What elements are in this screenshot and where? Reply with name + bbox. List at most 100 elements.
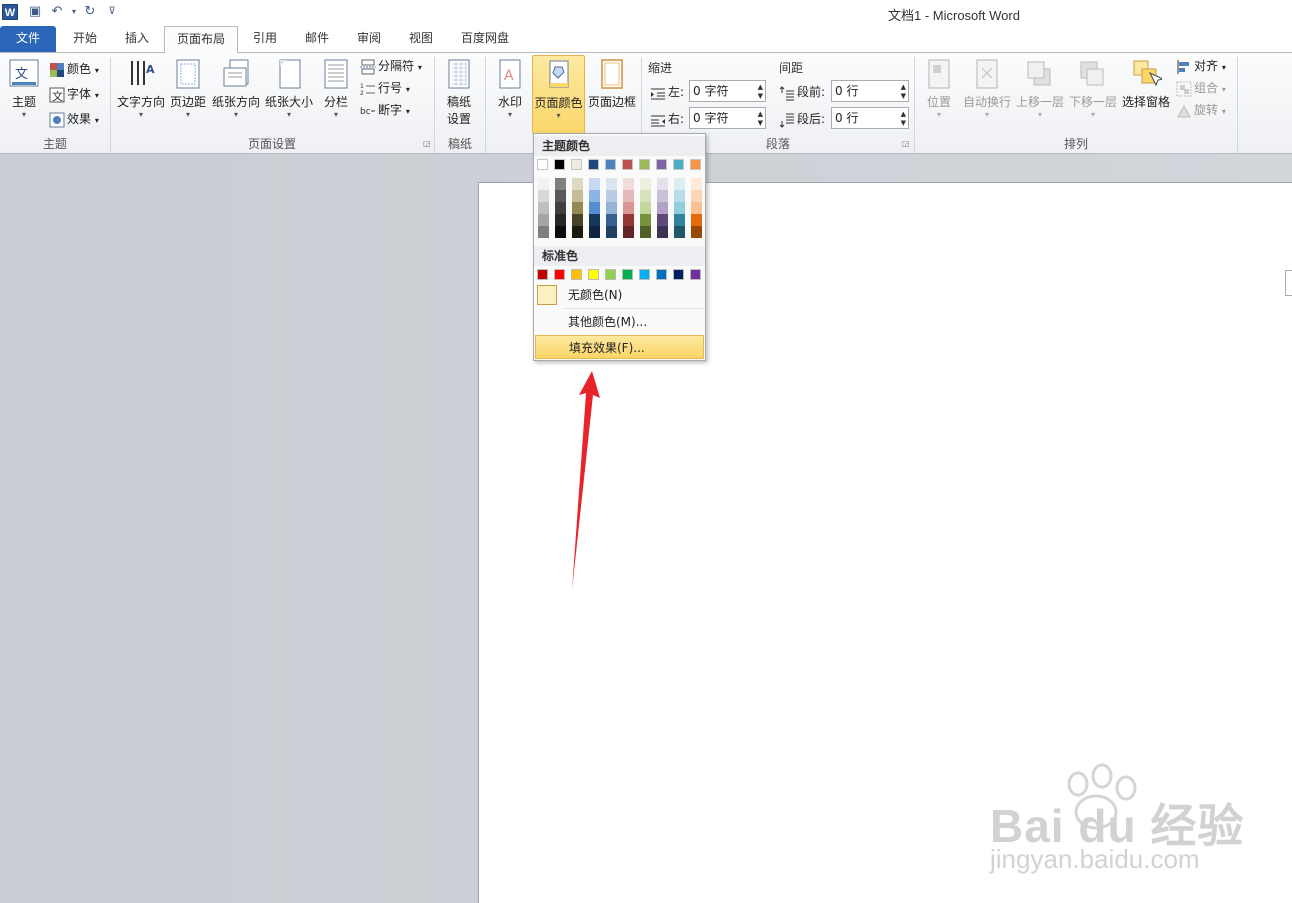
theme-shade-swatch[interactable] [606, 178, 617, 190]
theme-shade-swatch[interactable] [623, 214, 634, 226]
theme-color-swatch[interactable] [639, 159, 650, 170]
theme-shade-swatch[interactable] [640, 178, 651, 190]
save-icon[interactable]: ▣ [27, 4, 43, 20]
theme-shade-swatch[interactable] [623, 190, 634, 202]
bring-forward-button[interactable]: 上移一层 ▾ [1015, 57, 1065, 120]
theme-shade-swatch[interactable] [623, 202, 634, 214]
theme-shade-swatch[interactable] [691, 214, 702, 226]
standard-color-swatch[interactable] [639, 269, 650, 280]
theme-color-swatch[interactable] [571, 159, 582, 170]
standard-color-swatch[interactable] [656, 269, 667, 280]
theme-shade-swatch[interactable] [674, 190, 685, 202]
theme-shade-swatch[interactable] [691, 226, 702, 238]
theme-effects-button[interactable]: 效果 ▾ [49, 109, 99, 129]
spin-down-icon[interactable]: ▼ [901, 119, 906, 127]
theme-shade-swatch[interactable] [589, 226, 600, 238]
margins-button[interactable]: 页边距 ▾ [168, 57, 208, 120]
fill-effects-item[interactable]: 填充效果(F)... [535, 335, 704, 359]
theme-shade-swatch[interactable] [555, 178, 566, 190]
theme-shade-swatch[interactable] [674, 226, 685, 238]
theme-shade-swatch[interactable] [538, 202, 549, 214]
theme-color-swatch[interactable] [673, 159, 684, 170]
columns-button[interactable]: 分栏 ▾ [318, 57, 354, 120]
theme-shade-swatch[interactable] [606, 202, 617, 214]
selection-pane-button[interactable]: 选择窗格 [1121, 57, 1171, 110]
undo-dropdown-icon[interactable]: ▾ [66, 4, 82, 20]
theme-shade-swatch[interactable] [572, 214, 583, 226]
theme-shade-swatch[interactable] [674, 202, 685, 214]
theme-shade-swatch[interactable] [606, 214, 617, 226]
spin-down-icon[interactable]: ▼ [901, 92, 906, 100]
theme-shade-swatch[interactable] [572, 202, 583, 214]
theme-color-swatch[interactable] [588, 159, 599, 170]
no-color-item[interactable]: 无颜色(N) [534, 283, 705, 307]
watermark-button[interactable]: A 水印 ▾ [492, 57, 528, 120]
theme-shade-swatch[interactable] [691, 178, 702, 190]
spin-up-icon[interactable]: ▲ [901, 83, 906, 91]
theme-shade-swatch[interactable] [623, 226, 634, 238]
theme-shade-swatch[interactable] [657, 226, 668, 238]
page-borders-button[interactable]: 页面边框 [587, 57, 637, 110]
tab-insert[interactable]: 插入 [112, 26, 162, 52]
text-direction-button[interactable]: A 文字方向 ▾ [116, 57, 166, 120]
theme-shade-swatch[interactable] [674, 214, 685, 226]
theme-shade-swatch[interactable] [538, 190, 549, 202]
hyphenation-button[interactable]: bc 断字 ▾ [360, 100, 410, 120]
word-app-icon[interactable]: W [2, 4, 18, 20]
wrap-text-button[interactable]: 自动换行 ▾ [962, 57, 1012, 120]
tab-view[interactable]: 视图 [396, 26, 446, 52]
indent-left-input[interactable]: 0 字符 ▲ ▼ [689, 80, 766, 102]
spin-down-icon[interactable]: ▼ [758, 92, 763, 100]
theme-shade-swatch[interactable] [657, 190, 668, 202]
theme-shade-swatch[interactable] [572, 226, 583, 238]
tab-review[interactable]: 审阅 [344, 26, 394, 52]
theme-shade-swatch[interactable] [589, 190, 600, 202]
theme-shade-swatch[interactable] [640, 226, 651, 238]
theme-shade-swatch[interactable] [657, 214, 668, 226]
tab-file[interactable]: 文件 [0, 26, 56, 52]
standard-color-swatch[interactable] [571, 269, 582, 280]
spacing-after-input[interactable]: 0 行 ▲ ▼ [831, 107, 909, 129]
undo-icon[interactable]: ↶ [49, 4, 65, 20]
standard-color-swatch[interactable] [622, 269, 633, 280]
theme-color-swatch[interactable] [554, 159, 565, 170]
indent-right-input[interactable]: 0 字符 ▲ ▼ [689, 107, 766, 129]
send-backward-button[interactable]: 下移一层 ▾ [1068, 57, 1118, 120]
theme-shade-swatch[interactable] [606, 226, 617, 238]
theme-shade-swatch[interactable] [555, 190, 566, 202]
theme-shade-swatch[interactable] [572, 178, 583, 190]
orientation-button[interactable]: 纸张方向 ▾ [211, 57, 261, 120]
tab-home[interactable]: 开始 [60, 26, 110, 52]
theme-color-swatch[interactable] [656, 159, 667, 170]
spin-up-icon[interactable]: ▲ [901, 110, 906, 118]
tab-mailings[interactable]: 邮件 [292, 26, 342, 52]
page-color-button[interactable]: 页面颜色 ▾ [532, 55, 585, 134]
customize-toolbar-icon[interactable]: ⊽ [104, 4, 120, 20]
page-setup-launcher-icon[interactable]: ◲ [423, 139, 432, 148]
standard-color-swatch[interactable] [673, 269, 684, 280]
theme-shade-swatch[interactable] [589, 178, 600, 190]
standard-color-swatch[interactable] [537, 269, 548, 280]
theme-color-swatch[interactable] [690, 159, 701, 170]
tab-references[interactable]: 引用 [240, 26, 290, 52]
group-objects-button[interactable]: 组合 ▾ [1176, 78, 1226, 98]
spacing-before-input[interactable]: 0 行 ▲ ▼ [831, 80, 909, 102]
redo-icon[interactable]: ↻ [82, 4, 98, 20]
rotate-button[interactable]: 旋转 ▾ [1176, 100, 1226, 120]
theme-shade-swatch[interactable] [640, 202, 651, 214]
theme-fonts-button[interactable]: 文字体 ▾ [49, 84, 99, 104]
theme-shade-swatch[interactable] [640, 214, 651, 226]
more-colors-item[interactable]: 其他颜色(M)... [534, 310, 705, 334]
theme-shade-swatch[interactable] [657, 202, 668, 214]
theme-shade-swatch[interactable] [572, 190, 583, 202]
theme-shade-swatch[interactable] [606, 190, 617, 202]
theme-shade-swatch[interactable] [555, 214, 566, 226]
standard-color-swatch[interactable] [554, 269, 565, 280]
paragraph-launcher-icon[interactable]: ◲ [902, 139, 911, 148]
align-button[interactable]: 对齐 ▾ [1176, 56, 1226, 76]
theme-shade-swatch[interactable] [623, 178, 634, 190]
spin-up-icon[interactable]: ▲ [758, 83, 763, 91]
theme-shade-swatch[interactable] [691, 202, 702, 214]
themes-button[interactable]: 文 主题 ▾ [6, 57, 42, 120]
theme-shade-swatch[interactable] [657, 178, 668, 190]
